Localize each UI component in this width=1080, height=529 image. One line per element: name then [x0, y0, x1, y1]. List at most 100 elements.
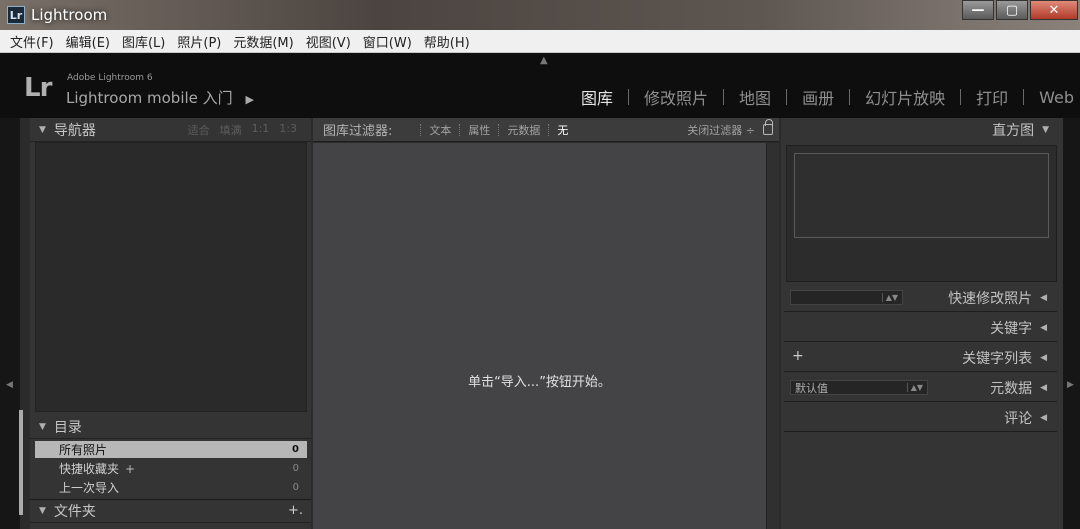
maximize-button[interactable]: ▢	[996, 0, 1028, 20]
histogram-frame	[786, 145, 1057, 282]
keywording-header[interactable]: 关键字 ◀	[784, 314, 1057, 342]
catalog-item-all-photos[interactable]: 所有照片 0	[35, 441, 307, 458]
collapsed-triangle-icon: ◀	[1040, 352, 1047, 363]
product-name: Adobe Lightroom 6	[67, 73, 153, 83]
photo-grid[interactable]: 单击“导入...”按钮开始。	[313, 143, 766, 529]
grid-scrollbar[interactable]	[766, 143, 779, 529]
catalog-item-quick-collection[interactable]: 快捷收藏夹 + 0	[35, 460, 307, 477]
catalog-item-count: 0	[292, 444, 299, 455]
module-divider	[849, 89, 851, 105]
title-bar: Lr Lightroom — ▢ ✕	[0, 0, 1080, 30]
expand-triangle-icon: ▼	[39, 124, 46, 135]
navigator-header[interactable]: ▼ 导航器 适合 填满 1:1 1:3	[30, 118, 311, 142]
module-book[interactable]: 画册	[802, 85, 834, 109]
menu-window[interactable]: 窗口(W)	[357, 32, 418, 51]
metadata-header[interactable]: 默认值 ▲▼ 元数据 ◀	[784, 374, 1057, 402]
filter-none[interactable]: 无	[557, 122, 568, 138]
filter-divider	[420, 123, 422, 136]
right-panel: 直方图 ▼ ▲▼ 快速修改照片 ◀ 关键字 ◀ + 关键字列表 ◀ 默认值 ▲▼…	[781, 118, 1063, 529]
catalog-item-count: 0	[292, 463, 299, 474]
expand-triangle-icon: ▼	[39, 506, 46, 516]
catalog-title: 目录	[53, 419, 82, 436]
catalog-item-label: 所有照片	[59, 443, 108, 457]
keyword-list-title: 关键字列表	[962, 350, 1033, 367]
keyword-list-header[interactable]: + 关键字列表 ◀	[784, 344, 1057, 372]
folders-header[interactable]: ▼ 文件夹 +.	[30, 499, 311, 523]
module-picker: 图库 修改照片 地图 画册 幻灯片放映 打印 Web	[581, 85, 1074, 109]
lock-icon[interactable]	[763, 119, 773, 135]
collapsed-triangle-icon: ◀	[1040, 382, 1047, 393]
metadata-title: 元数据	[990, 380, 1033, 397]
play-arrow-icon: ▶	[245, 93, 254, 106]
module-web[interactable]: Web	[1039, 88, 1074, 107]
library-filter-title: 图库过滤器:	[323, 124, 393, 139]
plus-icon: +	[125, 461, 136, 476]
menu-file[interactable]: 文件(F)	[4, 32, 60, 51]
menu-library[interactable]: 图库(L)	[116, 32, 171, 51]
menu-photo[interactable]: 照片(P)	[171, 32, 227, 51]
add-folder-icon[interactable]: +.	[288, 503, 303, 518]
metadata-preset-value: 默认值	[795, 381, 828, 395]
right-panel-toggle-strip[interactable]: ▶	[1063, 118, 1080, 529]
catalog-header[interactable]: ▼ 目录	[30, 415, 311, 439]
module-header: ▲ Lr Adobe Lightroom 6 Lightroom mobile …	[0, 53, 1080, 118]
expand-triangle-icon: ▼	[39, 421, 46, 432]
lr-logo: Lr	[24, 73, 52, 103]
collapse-top-panel-icon[interactable]: ▲	[540, 55, 548, 66]
keywording-title: 关键字	[990, 320, 1033, 337]
module-map[interactable]: 地图	[739, 85, 771, 109]
lightroom-mobile-label: Lightroom mobile 入门	[66, 89, 233, 107]
close-button[interactable]: ✕	[1030, 0, 1078, 20]
window-title: Lightroom	[31, 6, 108, 24]
collapse-left-panel-icon[interactable]: ◀	[6, 380, 13, 390]
metadata-preset-select[interactable]: 默认值 ▲▼	[790, 380, 928, 395]
quick-develop-preset-select[interactable]: ▲▼	[790, 290, 903, 305]
module-library[interactable]: 图库	[581, 85, 613, 109]
lightroom-mobile-link[interactable]: Lightroom mobile 入门 ▶	[66, 87, 254, 108]
module-divider	[723, 89, 725, 105]
navigator-zoom-options: 适合 填满 1:1 1:3	[178, 122, 311, 138]
menu-metadata[interactable]: 元数据(M)	[227, 32, 299, 51]
filter-attribute[interactable]: 属性	[468, 122, 490, 138]
select-arrows-icon: ▲▼	[881, 293, 898, 302]
collapsed-triangle-icon: ◀	[1040, 322, 1047, 333]
quick-develop-header[interactable]: ▲▼ 快速修改照片 ◀	[784, 284, 1057, 312]
menu-help[interactable]: 帮助(H)	[418, 32, 476, 51]
navigator-preview	[35, 142, 307, 412]
filter-metadata[interactable]: 元数据	[507, 122, 540, 138]
close-filters-label: 关闭过滤器 ÷	[687, 123, 755, 137]
catalog-item-previous-import[interactable]: 上一次导入 0	[35, 479, 307, 496]
filter-divider	[498, 123, 500, 136]
module-divider	[1023, 89, 1025, 105]
lightroom-app-icon: Lr	[7, 6, 25, 24]
comments-title: 评论	[1004, 410, 1033, 427]
menu-edit[interactable]: 编辑(E)	[60, 32, 116, 51]
menu-view[interactable]: 视图(V)	[300, 32, 357, 51]
add-keyword-icon[interactable]: +	[792, 348, 804, 364]
module-divider	[786, 89, 788, 105]
collapsed-triangle-icon: ◀	[1040, 412, 1047, 423]
collapse-right-panel-icon[interactable]: ▶	[1067, 380, 1074, 390]
histogram-header[interactable]: 直方图 ▼	[781, 118, 1063, 142]
zoom-fill[interactable]: 填满	[220, 122, 242, 138]
histogram-title: 直方图	[992, 123, 1035, 139]
histogram-display	[794, 153, 1049, 238]
zoom-1-1[interactable]: 1:1	[252, 122, 270, 138]
empty-grid-message: 单击“导入...”按钮开始。	[468, 375, 611, 390]
filter-divider	[548, 123, 550, 136]
left-panel-toggle-strip[interactable]: ◀	[0, 118, 20, 529]
module-develop[interactable]: 修改照片	[644, 85, 708, 109]
module-divider	[960, 89, 962, 105]
left-panel-scrollbar[interactable]	[19, 410, 23, 515]
minimize-button[interactable]: —	[962, 0, 994, 20]
select-arrows-icon: ▲▼	[906, 383, 923, 392]
close-filters-dropdown[interactable]: 关闭过滤器 ÷	[687, 119, 779, 138]
zoom-fit[interactable]: 适合	[188, 122, 210, 138]
library-filter-bar: 图库过滤器: 文本 属性 元数据 无 关闭过滤器 ÷	[313, 118, 779, 142]
zoom-1-3[interactable]: 1:3	[279, 122, 297, 138]
module-print[interactable]: 打印	[976, 85, 1008, 109]
comments-header[interactable]: 评论 ◀	[784, 404, 1057, 432]
catalog-item-label: 上一次导入	[59, 481, 120, 495]
filter-text[interactable]: 文本	[429, 122, 451, 138]
module-slideshow[interactable]: 幻灯片放映	[865, 85, 945, 109]
